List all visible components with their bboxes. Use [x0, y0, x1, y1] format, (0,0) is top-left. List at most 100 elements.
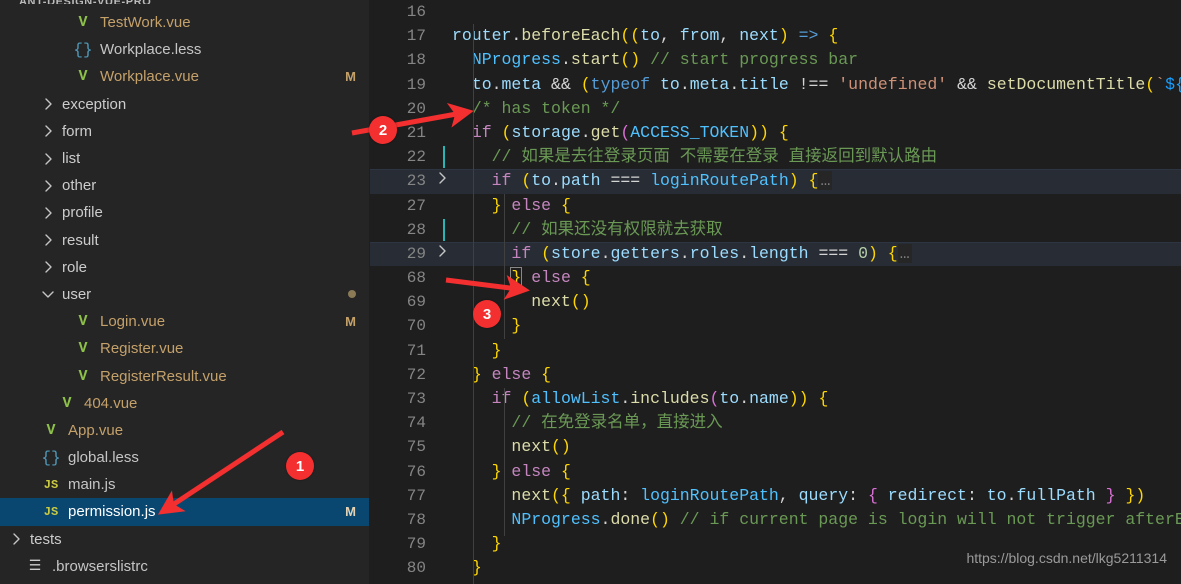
chevron-right-icon[interactable] [40, 125, 56, 138]
code-token: to [640, 26, 660, 46]
code-line-75[interactable]: 75 next() [370, 435, 1181, 459]
file-tree-item-role[interactable]: role [0, 254, 370, 281]
code-line-74[interactable]: 74 // 在免登录名单，直接进入 [370, 411, 1181, 435]
file-tree-item-label: form [62, 122, 92, 140]
code-token: === [610, 171, 641, 191]
code-line-22[interactable]: 22 // 如果是去往登录页面 不需要在登录 直接返回到默认路由 [370, 145, 1181, 169]
code-line-17[interactable]: 17 router.beforeEach((to, from, next) => … [370, 24, 1181, 48]
file-tree-item-user[interactable]: user [0, 281, 370, 308]
code-token: }) [1125, 485, 1146, 505]
file-tree-item-workplace-vue[interactable]: V Workplace.vue M [0, 63, 370, 90]
code-line-20[interactable]: 20 /* has token */ [370, 97, 1181, 121]
code-token: NProgress [511, 509, 601, 529]
file-tree-item-exception[interactable]: exception [0, 91, 370, 118]
code-token: else [511, 195, 552, 215]
code-line-76[interactable]: 76 } else { [370, 460, 1181, 484]
code-line-21[interactable]: 21 if (storage.get(ACCESS_TOKEN)) { [370, 121, 1181, 145]
code-lines[interactable]: 16 17 router.beforeEach((to, from, next) =… [370, 0, 1181, 584]
file-tree-item--browserslistrc[interactable]: ☰ .browserslistrc [0, 553, 370, 580]
code-token: ) [867, 243, 878, 263]
file-tree-item-tests[interactable]: tests [0, 526, 370, 553]
file-tree-item-permission-js[interactable]: JS permission.js M [0, 498, 370, 526]
line-number: 79 [406, 535, 426, 554]
code-line-69[interactable]: 69 next() [370, 290, 1181, 314]
code-line-73[interactable]: 73 if (allowList.includes(to.name)) { [370, 387, 1181, 411]
file-tree-item-login-vue[interactable]: V Login.vue M [0, 308, 370, 335]
file-tree-item-testwork-vue[interactable]: V TestWork.vue [0, 9, 370, 36]
code-token: . [580, 122, 591, 142]
code-line-78[interactable]: 78 NProgress.done() // if current page i… [370, 508, 1181, 532]
chevron-right-icon[interactable] [40, 207, 56, 219]
file-tree-item-profile[interactable]: profile [0, 199, 370, 226]
code-token: ` [1155, 74, 1166, 94]
code-text: if (store.getters.roles.length === 0) {… [452, 242, 912, 266]
line-number: 68 [406, 269, 426, 288]
file-tree-item-form[interactable]: form [0, 118, 370, 145]
chevron-right-icon[interactable] [8, 533, 24, 545]
code-token: 'undefined' [838, 74, 948, 94]
file-tree-item-registerresult-vue[interactable]: V RegisterResult.vue [0, 362, 370, 389]
file-tree-item-result[interactable]: result [0, 227, 370, 254]
file-tree-item-other[interactable]: other [0, 172, 370, 199]
code-token: // 在免登录名单，直接进入 [511, 413, 723, 433]
file-tree-item-label: RegisterResult.vue [100, 367, 227, 385]
code-line-71[interactable]: 71 } [370, 339, 1181, 363]
code-line-77[interactable]: 77 next({ path: loginRoutePath, query: {… [370, 484, 1181, 508]
code-token: : [966, 485, 987, 505]
file-tree-item-label: Workplace.less [100, 41, 202, 59]
code-line-16[interactable]: 16 [370, 0, 1181, 24]
code-line-28[interactable]: 28 // 如果还没有权限就去获取 [370, 218, 1181, 242]
code-line-70[interactable]: 70 } [370, 314, 1181, 338]
chevron-down-icon[interactable] [40, 290, 56, 299]
code-line-19[interactable]: 19 to.meta && (typeof to.meta.title !== … [370, 73, 1181, 97]
chevron-right-icon[interactable] [40, 180, 56, 192]
file-tree-item-app-vue[interactable]: V App.vue [0, 417, 370, 444]
file-tree[interactable]: V TestWork.vue {} Workplace.less V Workplace.… [0, 9, 370, 580]
code-line-23[interactable]: 23 if (to.path === loginRoutePath) {… [370, 169, 1181, 194]
file-tree-item-404-vue[interactable]: V 404.vue [0, 390, 370, 417]
code-token: done [610, 509, 651, 529]
file-tree-item-global-less[interactable]: {} global.less [0, 444, 370, 471]
code-token: loginRoutePath [650, 171, 789, 191]
code-token: ( [521, 171, 532, 191]
code-line-68[interactable]: 68 } else { [370, 266, 1181, 290]
file-tree-item-register-vue[interactable]: V Register.vue [0, 335, 370, 362]
line-number: 29 [406, 244, 426, 263]
code-token: )) [749, 122, 769, 142]
code-token: path [560, 171, 601, 191]
code-line-27[interactable]: 27 } else { [370, 194, 1181, 218]
code-text: // 如果是去往登录页面 不需要在登录 直接返回到默认路由 [452, 145, 938, 169]
file-tree-item-workplace-less[interactable]: {} Workplace.less [0, 36, 370, 63]
code-line-81[interactable]: 81}) [370, 581, 1181, 584]
code-token: () [620, 50, 641, 70]
fold-chevron-icon[interactable] [432, 242, 452, 266]
code-token: /* has token */ [471, 98, 621, 118]
fold-chevron-icon[interactable] [432, 169, 452, 193]
file-tree-item-main-js[interactable]: JS main.js [0, 471, 370, 498]
code-line-29[interactable]: 29 if (store.getters.roles.length === 0)… [370, 241, 1181, 267]
file-tree-item-label: TestWork.vue [100, 14, 191, 32]
file-tree-item-list[interactable]: list [0, 145, 370, 172]
chevron-right-icon[interactable] [40, 234, 56, 246]
chevron-right-icon[interactable] [40, 261, 56, 273]
less-icon: {} [41, 448, 61, 467]
code-line-18[interactable]: 18 NProgress.start() // start progress b… [370, 48, 1181, 72]
chevron-right-icon[interactable] [40, 152, 56, 165]
chevron-right-icon[interactable] [40, 98, 56, 110]
code-token: // start progress bar [650, 50, 859, 70]
code-text: NProgress.start() // start progress bar [452, 48, 858, 72]
file-tree-item-label: other [62, 177, 97, 195]
line-number: 77 [406, 486, 426, 505]
line-number: 78 [406, 510, 426, 529]
code-line-72[interactable]: 72 } else { [370, 363, 1181, 387]
